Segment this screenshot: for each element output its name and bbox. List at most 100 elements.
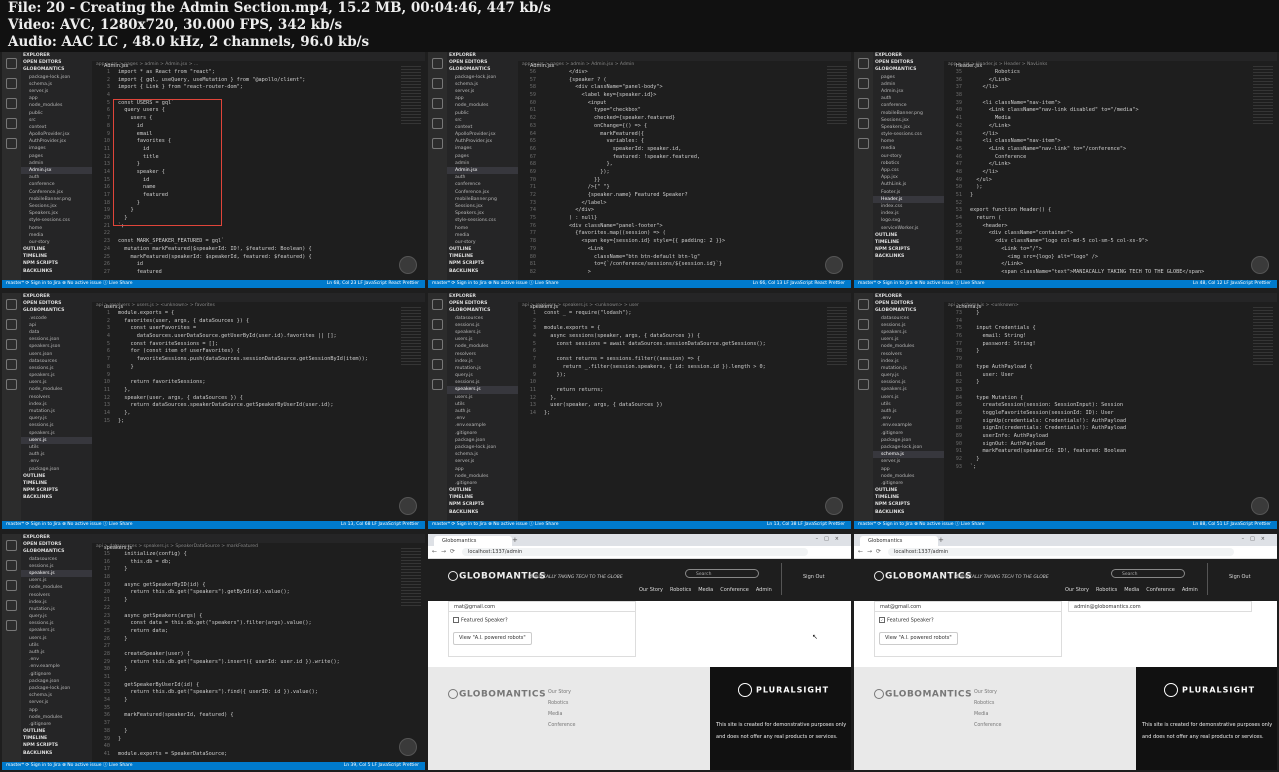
explorer-item[interactable]: sessions.js bbox=[873, 322, 944, 329]
explorer-item[interactable]: NPM SCRIPTS bbox=[447, 501, 518, 508]
explorer-item[interactable]: media bbox=[447, 232, 518, 239]
explorer-item[interactable]: GLOBOMANTICS bbox=[873, 66, 944, 73]
explorer-item[interactable]: api bbox=[21, 322, 92, 329]
explorer-item[interactable]: OPEN EDITORS bbox=[447, 59, 518, 66]
explorer-item[interactable]: pages bbox=[21, 153, 92, 160]
explorer-item[interactable]: .vscode bbox=[21, 315, 92, 322]
explorer-item[interactable]: images bbox=[21, 145, 92, 152]
extensions-icon[interactable] bbox=[858, 138, 869, 149]
explorer-item[interactable]: schema.js bbox=[21, 81, 92, 88]
status-right[interactable]: Ln 13, Col 68 LF JavaScript Prettier bbox=[341, 521, 419, 529]
explorer-item[interactable]: app bbox=[21, 707, 92, 714]
featured-checkbox[interactable]: Featured Speaker? bbox=[453, 617, 508, 624]
explorer-item[interactable]: mobileBanner.png bbox=[873, 110, 944, 117]
new-tab-icon[interactable]: + bbox=[938, 536, 944, 544]
status-left[interactable]: master* ⟳ Sign in to Jira ⊗ No active is… bbox=[858, 281, 984, 286]
extensions-icon[interactable] bbox=[6, 620, 17, 631]
explorer-item[interactable]: BACKLINKS bbox=[21, 494, 92, 501]
explorer-item[interactable]: our-story bbox=[447, 239, 518, 246]
explorer-item[interactable]: OPEN EDITORS bbox=[21, 300, 92, 307]
view-session-button[interactable]: View "A.I. powered robots" bbox=[879, 632, 958, 645]
explorer-item[interactable]: sessions.js bbox=[21, 422, 92, 429]
search-icon[interactable] bbox=[6, 319, 17, 330]
window-controls-icon[interactable]: –□× bbox=[816, 536, 845, 542]
status-left[interactable]: master* ⟳ Sign in to Jira ⊗ No active is… bbox=[432, 281, 558, 286]
nav-link[interactable]: Conference bbox=[720, 587, 749, 593]
search-icon[interactable] bbox=[6, 560, 17, 571]
explorer-item[interactable]: utils bbox=[21, 444, 92, 451]
explorer-item[interactable]: datasources bbox=[21, 556, 92, 563]
explorer-item[interactable]: src bbox=[21, 117, 92, 124]
git-icon[interactable] bbox=[858, 339, 869, 350]
explorer-item[interactable]: AuthLink.js bbox=[873, 181, 944, 188]
explorer-item[interactable]: server.js bbox=[21, 699, 92, 706]
explorer-item[interactable]: OUTLINE bbox=[873, 232, 944, 239]
footer-link[interactable]: Robotics bbox=[548, 698, 575, 709]
explorer-item[interactable]: app bbox=[21, 95, 92, 102]
explorer-item[interactable]: .gitignore bbox=[873, 480, 944, 487]
explorer-item[interactable]: server.js bbox=[447, 458, 518, 465]
explorer-item[interactable]: OUTLINE bbox=[447, 246, 518, 253]
git-icon[interactable] bbox=[6, 339, 17, 350]
explorer-item[interactable]: speakers.js bbox=[447, 329, 518, 336]
explorer-item[interactable]: app bbox=[447, 95, 518, 102]
explorer-item[interactable]: TIMELINE bbox=[873, 239, 944, 246]
explorer-item[interactable]: speakers.js bbox=[873, 386, 944, 393]
search-input[interactable]: Search bbox=[685, 569, 759, 578]
explorer-item[interactable]: sessions.js bbox=[447, 379, 518, 386]
explorer-item[interactable]: Sessions.jsx bbox=[873, 117, 944, 124]
debug-icon[interactable] bbox=[6, 118, 17, 129]
explorer-item[interactable]: Sessions.jsx bbox=[21, 203, 92, 210]
explorer-item[interactable]: mutation.js bbox=[873, 365, 944, 372]
code-editor[interactable]: Admin.jsx app > src > pages > admin > Adm… bbox=[518, 52, 851, 280]
explorer-item[interactable]: EXPLORER bbox=[21, 52, 92, 59]
git-icon[interactable] bbox=[432, 339, 443, 350]
git-icon[interactable] bbox=[432, 98, 443, 109]
nav-link[interactable]: Robotics bbox=[1096, 587, 1117, 593]
explorer-item[interactable]: App.jsx bbox=[873, 174, 944, 181]
minimap[interactable] bbox=[1253, 66, 1273, 126]
explorer-item[interactable]: sessions.js bbox=[21, 563, 92, 570]
nav-link[interactable]: Our Story bbox=[639, 587, 663, 593]
code-editor[interactable]: speakers.js api > resolvers > speakers.js… bbox=[518, 293, 851, 521]
explorer-item[interactable]: data bbox=[21, 329, 92, 336]
explorer-item[interactable]: our-story bbox=[873, 153, 944, 160]
explorer-item[interactable]: TIMELINE bbox=[21, 735, 92, 742]
status-right[interactable]: Ln 39, Col 5 LF JavaScript Prettier bbox=[344, 762, 419, 770]
footer-link[interactable]: Conference bbox=[974, 720, 1001, 731]
explorer-item[interactable]: GLOBOMANTICS bbox=[21, 307, 92, 314]
status-right[interactable]: Ln 13, Col 38 LF JavaScript Prettier bbox=[767, 521, 845, 529]
explorer-item[interactable]: sessions.js bbox=[21, 620, 92, 627]
debug-icon[interactable] bbox=[858, 359, 869, 370]
view-session-button[interactable]: View "A.I. powered robots" bbox=[453, 632, 532, 645]
files-icon[interactable] bbox=[432, 58, 443, 69]
explorer-item[interactable]: node_modules bbox=[21, 386, 92, 393]
explorer-item[interactable]: NPM SCRIPTS bbox=[873, 246, 944, 253]
live-share-icon[interactable] bbox=[1251, 497, 1269, 515]
activity-bar[interactable] bbox=[854, 52, 873, 280]
explorer-item[interactable]: mobileBanner.png bbox=[447, 196, 518, 203]
extensions-icon[interactable] bbox=[858, 379, 869, 390]
git-icon[interactable] bbox=[6, 98, 17, 109]
explorer-item[interactable]: style-sessions.css bbox=[447, 217, 518, 224]
explorer-item[interactable]: media bbox=[21, 232, 92, 239]
explorer-item[interactable]: Admin.jsx bbox=[873, 88, 944, 95]
explorer-item[interactable]: EXPLORER bbox=[21, 534, 92, 541]
explorer-item[interactable]: Conference.jsx bbox=[447, 189, 518, 196]
explorer-item[interactable]: sessions.js bbox=[873, 379, 944, 386]
explorer-item[interactable]: query.js bbox=[447, 372, 518, 379]
explorer-item[interactable]: GLOBOMANTICS bbox=[21, 66, 92, 73]
explorer-item[interactable]: Conference.jsx bbox=[21, 189, 92, 196]
nav-link[interactable]: Admin bbox=[1182, 587, 1198, 593]
explorer-item[interactable]: auth.js bbox=[873, 408, 944, 415]
code-editor[interactable]: speakers.js api > datasources > speakers.… bbox=[92, 534, 425, 762]
files-icon[interactable] bbox=[6, 58, 17, 69]
explorer-item[interactable]: server.js bbox=[21, 88, 92, 95]
explorer-item[interactable]: GLOBOMANTICS bbox=[21, 548, 92, 555]
explorer-item[interactable]: speakers.js bbox=[447, 386, 518, 394]
explorer-item[interactable]: Sessions.jsx bbox=[447, 203, 518, 210]
explorer-item[interactable]: Speakers.jsx bbox=[21, 210, 92, 217]
nav-arrows-icon[interactable]: ←→⟳ bbox=[858, 548, 885, 555]
explorer-item[interactable]: ApolloProvider.jsx bbox=[21, 131, 92, 138]
debug-icon[interactable] bbox=[6, 600, 17, 611]
